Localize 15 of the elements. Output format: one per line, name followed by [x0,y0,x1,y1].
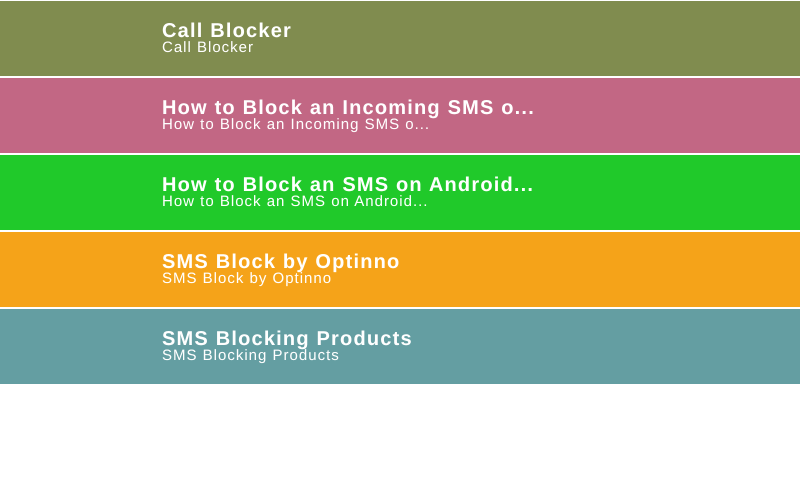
item-title: How to Block an Incoming SMS o... [162,100,536,116]
item-title: SMS Block by Optinno [162,254,402,270]
list-item[interactable]: Call Blocker Call Blocker [0,1,800,76]
item-subtitle: How to Block an SMS on Android... [162,194,430,208]
item-title: SMS Blocking Products [162,330,414,348]
list-item[interactable]: SMS Blocking Products SMS Blocking Products [0,309,800,384]
list-item[interactable]: How to Block an Incoming SMS o... How to Block an Incoming SMS o... [0,78,800,153]
item-title: How to Block an SMS on Android... [162,176,536,194]
item-subtitle: SMS Blocking Products [162,348,341,362]
item-subtitle: How to Block an Incoming SMS o... [162,116,430,132]
list-item[interactable]: SMS Block by Optinno SMS Block by Optinno [0,232,800,307]
item-subtitle: SMS Block by Optinno [162,270,332,286]
item-title: Call Blocker [162,22,294,40]
list-item[interactable]: How to Block an SMS on Android... How to Block an SMS on Android... [0,155,800,230]
item-subtitle: Call Blocker [162,40,256,54]
